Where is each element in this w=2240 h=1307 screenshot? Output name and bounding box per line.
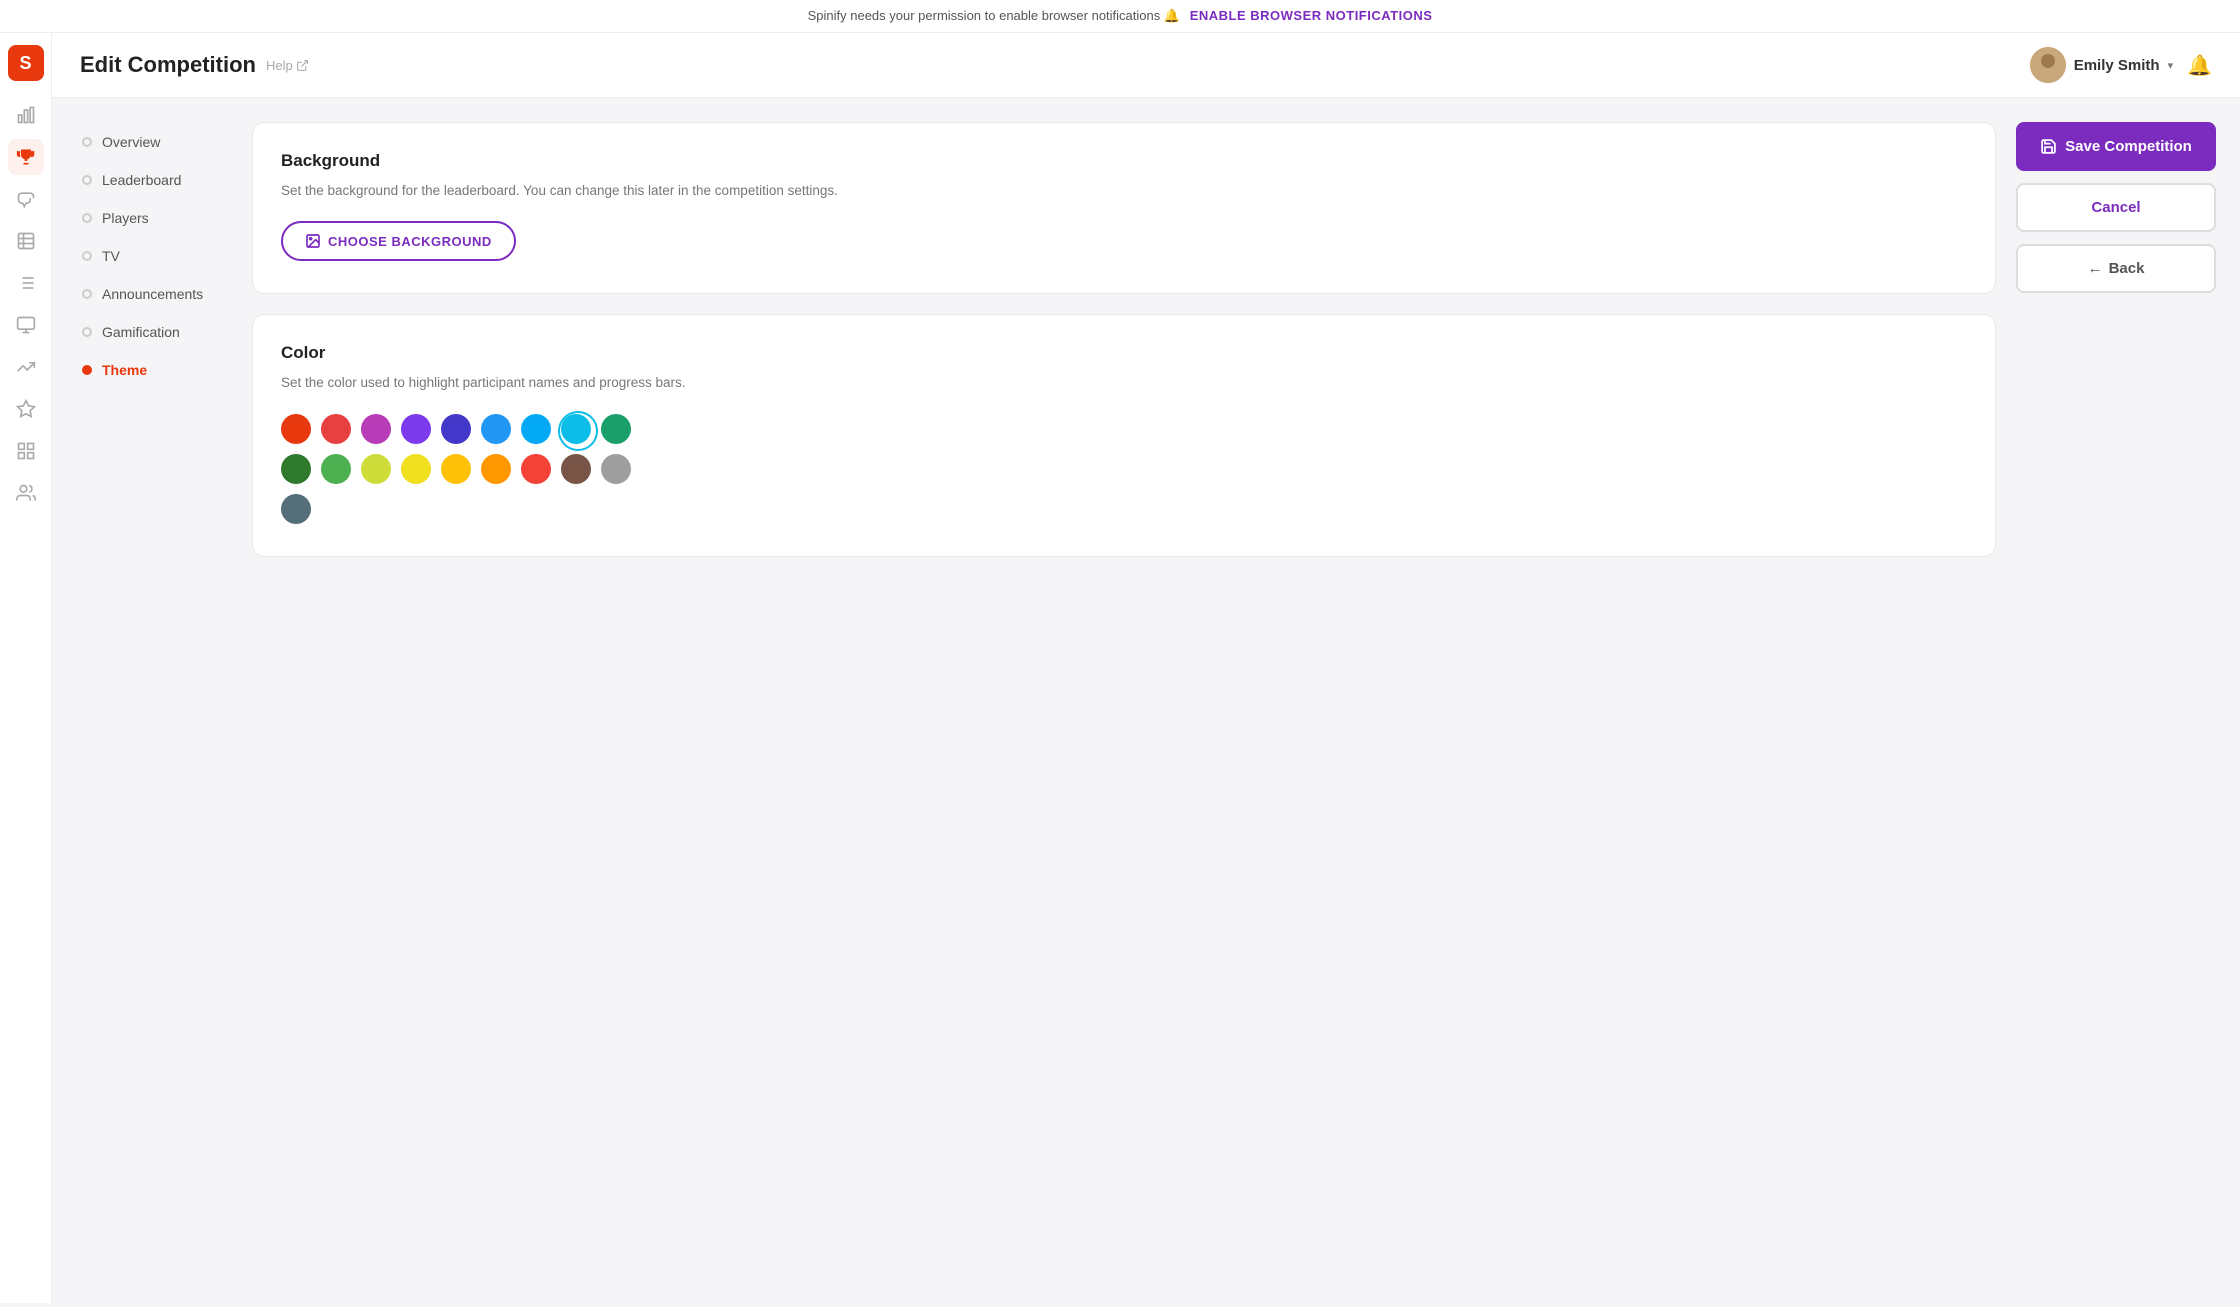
color-swatch-pink-purple[interactable] [361,414,391,444]
color-swatch-amber[interactable] [441,454,471,484]
color-row-3 [281,494,1967,524]
list-icon[interactable] [8,265,44,301]
app-logo[interactable]: S [8,45,44,81]
save-competition-button[interactable]: Save Competition [2016,122,2216,171]
grid-icon[interactable] [8,433,44,469]
background-desc: Set the background for the leaderboard. … [281,181,1967,201]
nav-item-gamification[interactable]: Gamification [72,316,232,348]
trend-icon[interactable] [8,349,44,385]
color-swatch-teal[interactable] [601,414,631,444]
color-swatch-green[interactable] [321,454,351,484]
main-panel: Background Set the background for the le… [252,98,2240,1303]
color-card: Color Set the color used to highlight pa… [252,314,1996,556]
back-button[interactable]: ← Back [2016,244,2216,293]
enable-notifications-link[interactable]: ENABLE BROWSER NOTIFICATIONS [1190,8,1433,23]
color-swatch-yellow[interactable] [401,454,431,484]
color-swatch-blue[interactable] [481,414,511,444]
color-swatch-purple[interactable] [401,414,431,444]
nav-dot-leaderboard [82,175,92,185]
color-swatch-cyan[interactable] [561,414,591,444]
nav-item-tv[interactable]: TV [72,240,232,272]
background-card: Background Set the background for the le… [252,122,1996,294]
user-dropdown-icon: ▾ [2168,59,2174,72]
color-swatch-orange[interactable] [481,454,511,484]
nav-dot-tv [82,251,92,261]
page-title: Edit Competition [80,52,256,78]
color-title: Color [281,343,1967,363]
help-link[interactable]: Help [266,58,309,73]
megaphone-icon[interactable] [8,181,44,217]
color-swatch-deep-orange[interactable] [521,454,551,484]
nav-dot-theme [82,365,92,375]
monitor-icon[interactable] [8,307,44,343]
color-swatch-light-blue[interactable] [521,414,551,444]
color-swatch-indigo[interactable] [441,414,471,444]
background-title: Background [281,151,1967,171]
color-swatch-dark-green[interactable] [281,454,311,484]
nav-dot-gamification [82,327,92,337]
analytics-icon[interactable] [8,97,44,133]
cards-column: Background Set the background for the le… [252,122,1996,1279]
nav-item-players[interactable]: Players [72,202,232,234]
color-swatch-orange-red[interactable] [281,414,311,444]
table-icon[interactable] [8,223,44,259]
sidebar: S [0,33,52,1303]
color-grid [281,414,1967,524]
back-arrow-icon: ← [2088,260,2103,277]
top-header: Edit Competition Help Emily Smith ▾ 🔔 [52,33,2240,98]
notification-message: Spinify needs your permission to enable … [808,8,1161,23]
nav-item-overview[interactable]: Overview [72,126,232,158]
nav-item-theme[interactable]: Theme [72,354,232,386]
nav-dot-announcements [82,289,92,299]
color-row-2 [281,454,1967,484]
user-avatar [2030,47,2066,83]
color-swatch-lime[interactable] [361,454,391,484]
page-title-group: Edit Competition Help [80,52,309,78]
actions-column: Save Competition Cancel ← Back [2016,122,2216,1279]
color-swatch-blue-grey[interactable] [281,494,311,524]
choose-background-button[interactable]: CHOOSE BACKGROUND [281,221,516,261]
nav-item-announcements[interactable]: Announcements [72,278,232,310]
left-nav: Overview Leaderboard Players TV Announce… [52,98,252,1303]
color-swatch-brown[interactable] [561,454,591,484]
user-area: Emily Smith ▾ 🔔 [2030,47,2212,83]
nav-item-leaderboard[interactable]: Leaderboard [72,164,232,196]
content-wrapper: Overview Leaderboard Players TV Announce… [52,98,2240,1303]
color-row-1 [281,414,1967,444]
color-desc: Set the color used to highlight particip… [281,373,1967,393]
color-swatch-red[interactable] [321,414,351,444]
user-name: Emily Smith [2074,57,2160,74]
color-swatch-grey[interactable] [601,454,631,484]
nav-dot-players [82,213,92,223]
nav-dot-overview [82,137,92,147]
notification-bar: Spinify needs your permission to enable … [0,0,2240,33]
star-icon[interactable] [8,391,44,427]
user-profile[interactable]: Emily Smith ▾ [2030,47,2173,83]
users-sidebar-icon[interactable] [8,475,44,511]
notification-bell: 🔔 [1164,8,1180,23]
trophy-icon[interactable] [8,139,44,175]
bell-icon[interactable]: 🔔 [2187,53,2212,78]
cancel-button[interactable]: Cancel [2016,183,2216,232]
